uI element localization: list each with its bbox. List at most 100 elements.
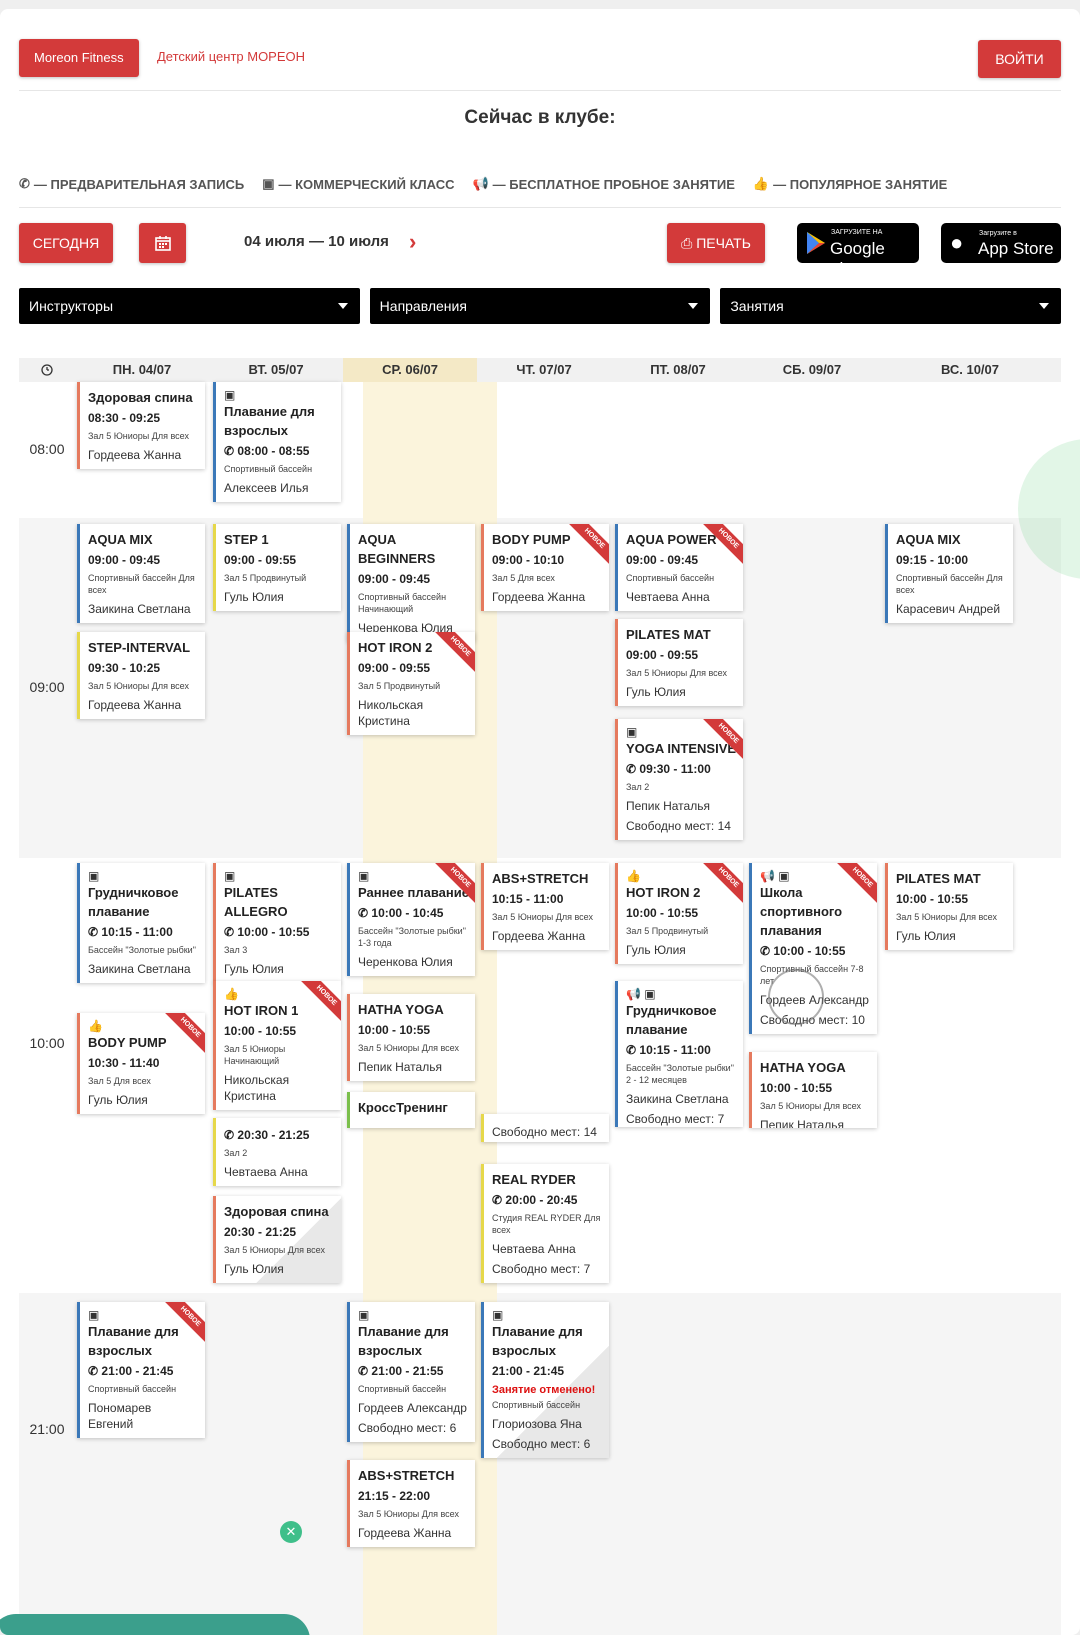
class-title: Раннее плавание [358, 885, 469, 900]
class-card[interactable]: 👍 BODY PUMP 10:30 - 11:40 Зал 5 Для всех Гул… [77, 1013, 205, 1114]
class-card[interactable]: HATHA YOGA 10:00 - 10:55 Зал 5 Юниоры Для … [347, 994, 475, 1081]
class-card[interactable]: ▣ Плавание для взрослых 21:00 - 21:45 Занят… [481, 1302, 609, 1458]
class-card[interactable]: Свободно мест: 14 [481, 1114, 609, 1142]
class-card[interactable]: Здоровая спина 20:30 - 21:25 Зал 5 Юниоры … [213, 1196, 341, 1283]
legend-item-booking: ✆ — ПРЕДВАРИТЕЛЬНАЯ ЗАПИСЬ [19, 176, 244, 192]
class-card[interactable]: STEP 1 09:00 - 09:55 Зал 5 Продвинутый Гуль… [213, 524, 341, 611]
class-time: 10:00 - 10:55 [626, 906, 699, 920]
class-room: Бассейн "Золотые рыбки" 2 - 12 месяцев [626, 1063, 734, 1085]
legend-item-popular: 👍 — ПОПУЛЯРНОЕ ЗАНЯТИЕ [753, 176, 947, 192]
day-header: ПН. 04/07 [75, 358, 209, 382]
class-title: PILATES MAT [896, 871, 981, 886]
class-time: ✆ 10:00 - 10:55 [224, 925, 310, 939]
class-instructor: Гуль Юлия [626, 685, 686, 699]
class-instructor: Глориозова Яна [492, 1417, 582, 1431]
class-time: 09:15 - 10:00 [896, 553, 969, 567]
calendar-button[interactable] [139, 223, 186, 263]
class-room: Зал 5 Для всех [88, 1076, 151, 1086]
class-instructor: Пепик Наталья [760, 1118, 844, 1128]
class-room: Спортивный бассейн [626, 573, 715, 583]
class-card[interactable]: КроссТренинг [347, 1092, 475, 1128]
class-room: Зал 5 Юниоры Для всех [626, 668, 727, 678]
class-card[interactable]: 👍 HOT IRON 1 10:00 - 10:55 Зал 5 Юниоры Нач… [213, 981, 341, 1110]
class-time: ✆ 10:00 - 10:45 [358, 906, 444, 920]
class-room: Спортивный бассейн Для всех [88, 573, 195, 595]
class-card[interactable]: ▣ Плавание для взрослых ✆ 08:00 - 08:55 Спо… [213, 382, 341, 502]
class-room: Зал 2 [224, 1148, 248, 1158]
class-card[interactable]: ▣ Плавание для взрослых ✆ 21:00 - 21:55 Спо… [347, 1302, 475, 1442]
day-header: ПТ. 08/07 [611, 358, 745, 382]
directions-select[interactable]: Направления [369, 288, 711, 324]
legend-label: — ПОПУЛЯРНОЕ ЗАНЯТИЕ [773, 176, 948, 192]
class-card[interactable]: AQUA BEGINNERS 09:00 - 09:45 Спортивный ба… [347, 524, 475, 642]
class-card[interactable]: PILATES MAT 10:00 - 10:55 Зал 5 Юниоры Для… [885, 863, 1013, 950]
filters: Инструкторы Направления Занятия [19, 288, 1062, 324]
class-room: Зал 5 Юниоры Для всех [896, 912, 997, 922]
thumbs-up-icon: 👍 [752, 176, 770, 191]
class-instructor: Черенкова Юлия [358, 955, 453, 969]
free-spots: Свободно мест: 14 [626, 819, 731, 833]
class-card[interactable]: AQUA MIX 09:15 - 10:00 Спортивный бассейн … [885, 524, 1013, 623]
close-icon[interactable]: ✕ [280, 1521, 302, 1543]
class-card[interactable]: REAL RYDER ✆ 20:00 - 20:45 Студия REAL RYD… [481, 1164, 609, 1283]
class-time: ✆ 08:00 - 08:55 [224, 444, 310, 458]
date-to: 10 июля [328, 233, 389, 250]
class-instructor: Карасевич Андрей [896, 602, 1001, 616]
login-button[interactable]: ВОЙТИ [978, 40, 1061, 78]
class-title: ABS+STRETCH [358, 1468, 455, 1483]
class-time: ✆ 21:00 - 21:55 [358, 1364, 444, 1378]
class-card[interactable]: ✆ 20:30 - 21:25 Зал 2 Чевтаева Анна [213, 1118, 341, 1186]
class-room: Зал 5 Юниоры Для всех [88, 681, 189, 691]
class-card[interactable]: HATHA YOGA 10:00 - 10:55 Зал 5 Юниоры Для … [749, 1052, 877, 1128]
class-card[interactable]: ▣ YOGA INTENSIVE ✆ 09:30 - 11:00 Зал 2 Пепик… [615, 719, 743, 840]
class-time: 10:30 - 11:40 [88, 1056, 160, 1070]
class-card[interactable]: ABS+STRETCH 10:15 - 11:00 Зал 5 Юниоры Для… [481, 863, 609, 950]
class-title: Школа спортивного плавания [760, 885, 843, 938]
class-instructor: Гордеева Жанна [358, 1526, 452, 1540]
class-card[interactable]: Здоровая спина 08:30 - 09:25 Зал 5 Юниоры … [77, 382, 205, 469]
class-card[interactable]: ▣ PILATES ALLEGRO ✆ 10:00 - 10:55 Зал 3 Гуль… [213, 863, 341, 983]
day-header: ЧТ. 07/07 [477, 358, 611, 382]
class-card[interactable]: 📢 ▣ Грудничковое плавание ✆ 10:15 - 11:00 Б… [615, 981, 743, 1127]
kids-center-link[interactable]: Детский центр МОРЕОН [157, 49, 305, 64]
class-title: Грудничковое плавание [626, 1003, 717, 1037]
instructors-select[interactable]: Инструкторы [19, 288, 360, 324]
app-store-button[interactable]: ● Загрузите в App Store [941, 223, 1061, 263]
class-card[interactable]: ▣ Грудничковое плавание ✆ 10:15 - 11:00 Бас… [77, 863, 205, 983]
class-time: 09:00 - 10:10 [492, 553, 565, 567]
class-card[interactable]: AQUA MIX 09:00 - 09:45 Спортивный бассейн … [77, 524, 205, 623]
legend: ✆ — ПРЕДВАРИТЕЛЬНАЯ ЗАПИСЬ ▣ — КОММЕРЧЕСКИ… [19, 171, 1061, 197]
class-card[interactable]: ▣ Раннее плавание ✆ 10:00 - 10:45 Бассейн "… [347, 863, 475, 976]
free-spots: Свободно мест: 14 [492, 1125, 597, 1139]
bottom-widget[interactable] [0, 1614, 310, 1635]
today-button[interactable]: СЕГОДНЯ [19, 223, 113, 263]
class-card[interactable]: BODY PUMP 09:00 - 10:10 Зал 5 Для всех Горд… [481, 524, 609, 611]
class-card[interactable]: 👍 HOT IRON 2 10:00 - 10:55 Зал 5 Продвинуты… [615, 863, 743, 964]
print-button[interactable]: ⎙ ПЕЧАТЬ [667, 223, 765, 263]
class-room: Зал 5 Продвинутый [626, 926, 709, 936]
select-label: Инструкторы [29, 298, 114, 314]
class-card[interactable]: STEP-INTERVAL 09:30 - 10:25 Зал 5 Юниоры Д… [77, 632, 205, 719]
class-card[interactable]: HOT IRON 2 09:00 - 09:55 Зал 5 Продвинутый… [347, 632, 475, 735]
class-title: REAL RYDER [492, 1172, 576, 1187]
class-title: AQUA BEGINNERS [358, 532, 436, 566]
brand-button[interactable]: Moreon Fitness [19, 39, 139, 77]
class-instructor: Гуль Юлия [224, 1262, 284, 1276]
class-time: 21:00 - 21:45 [492, 1364, 565, 1378]
google-play-button[interactable]: ЗАГРУЗИТЕ НА Google play [797, 223, 919, 278]
class-card[interactable]: AQUA POWER 09:00 - 09:45 Спортивный бассей… [615, 524, 743, 611]
apple-icon: ● [950, 230, 964, 255]
class-card[interactable]: ABS+STRETCH 21:15 - 22:00 Зал 5 Юниоры Для… [347, 1460, 475, 1547]
class-card[interactable]: ▣ Плавание для взрослых ✆ 21:00 - 21:45 Спо… [77, 1302, 205, 1438]
next-week-icon[interactable]: › [409, 230, 416, 254]
class-title: STEP 1 [224, 532, 269, 547]
classes-select[interactable]: Занятия [720, 288, 1062, 324]
page: Moreon Fitness Детский центр МОРЕОН ВОЙТ… [0, 9, 1080, 1635]
class-time: ✆ 09:30 - 11:00 [626, 762, 711, 776]
chevron-down-icon [688, 303, 699, 309]
class-title: Плавание для взрослых [88, 1324, 179, 1358]
class-card[interactable]: PILATES MAT 09:00 - 09:55 Зал 5 Юниоры Для… [615, 619, 743, 706]
class-time: ✆ 20:00 - 20:45 [492, 1193, 578, 1207]
class-room: Зал 5 Продвинутый [358, 681, 441, 691]
free-spots: Свободно мест: 7 [492, 1262, 591, 1276]
